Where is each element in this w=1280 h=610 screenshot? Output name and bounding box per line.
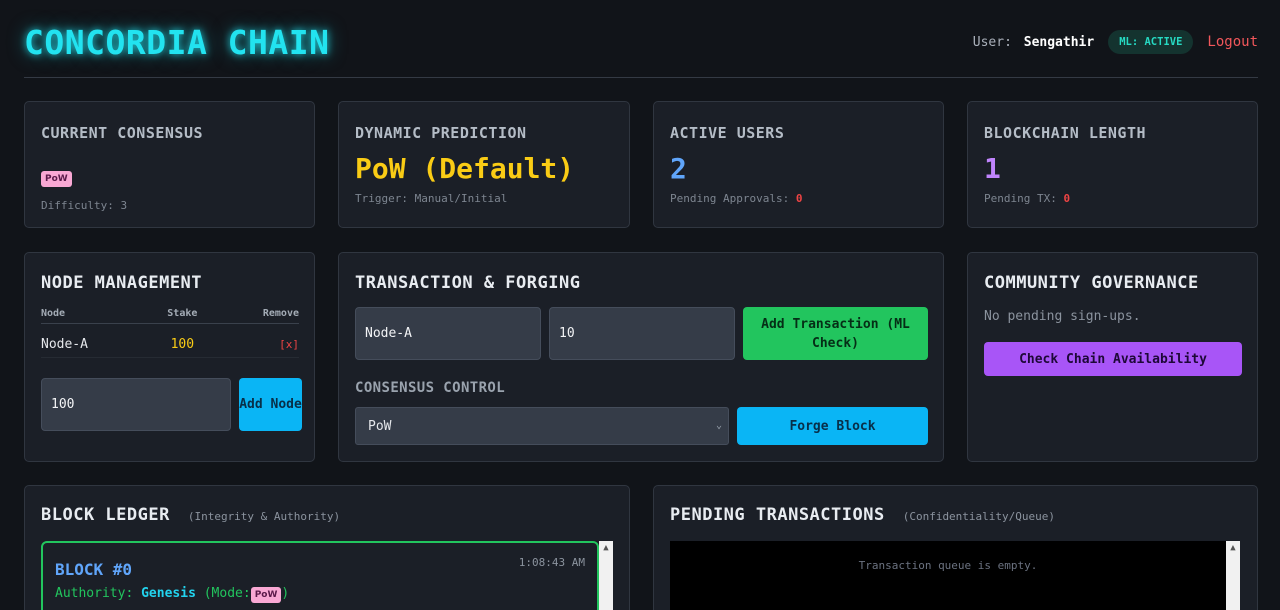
card-title: COMMUNITY GOVERNANCE xyxy=(984,273,1199,293)
card-title: BLOCK LEDGER (Integrity & Authority) xyxy=(41,505,340,525)
queue-empty-text: Transaction queue is empty. xyxy=(858,559,1038,572)
check-chain-availability-button[interactable]: Check Chain Availability xyxy=(984,342,1242,376)
card-title: NODE MANAGEMENT xyxy=(41,273,203,293)
current-consensus-card: CURRENT CONSENSUS PoW Difficulty: 3 xyxy=(24,101,315,228)
ledger-subtitle: (Integrity & Authority) xyxy=(187,510,341,523)
pending-approvals: Pending Approvals: 0 xyxy=(670,192,802,205)
ml-status-badge: ML: ACTIVE xyxy=(1108,30,1194,54)
node-name-cell: Node-A xyxy=(41,323,149,358)
remove-node-button[interactable]: [x] xyxy=(216,323,299,358)
block-ledger-card: BLOCK LEDGER (Integrity & Authority) BLOC… xyxy=(24,485,630,610)
block-time: 1:08:43 AM xyxy=(518,556,585,569)
community-governance-card: COMMUNITY GOVERNANCE No pending sign-ups… xyxy=(967,252,1258,462)
user-info: User: Sengathir xyxy=(973,35,1094,50)
pending-tx-label: Pending TX: xyxy=(984,192,1057,205)
chevron-down-icon: ⌄ xyxy=(715,420,722,431)
mode-prefix: (Mode: xyxy=(203,586,251,601)
block-entry: BLOCK #0 1:08:43 AM Authority: Genesis (… xyxy=(41,541,599,610)
consensus-select-value: PoW xyxy=(368,418,392,434)
logout-link[interactable]: Logout xyxy=(1207,34,1258,50)
triangle-up-icon[interactable]: ▲ xyxy=(599,543,613,553)
active-users-card: ACTIVE USERS 2 Pending Approvals: 0 xyxy=(653,101,944,228)
transaction-node-input[interactable]: Node-A xyxy=(355,307,541,360)
ledger-title: BLOCK LEDGER xyxy=(41,505,170,525)
add-transaction-button[interactable]: Add Transaction (ML Check) xyxy=(743,307,928,360)
forge-block-button[interactable]: Forge Block xyxy=(737,407,928,445)
column-header-node: Node xyxy=(41,308,149,324)
table-row: Node-A 100 [x] xyxy=(41,323,299,358)
node-table: Node Stake Remove Node-A 100 [x] xyxy=(41,308,299,358)
pending-approvals-label: Pending Approvals: xyxy=(670,192,790,205)
authority-value: Genesis xyxy=(141,586,196,601)
add-node-button[interactable]: Add Node xyxy=(239,378,302,431)
app-header: CONCORDIA CHAIN User: Sengathir ML: ACTI… xyxy=(24,18,1258,78)
trigger-text: Trigger: Manual/Initial xyxy=(355,192,508,205)
brand-logo: CONCORDIA CHAIN xyxy=(24,23,330,62)
consensus-select[interactable]: PoW ⌄ xyxy=(355,407,729,445)
difficulty-text: Difficulty: 3 xyxy=(41,199,128,212)
pending-approvals-count: 0 xyxy=(795,192,803,205)
card-title: PENDING TRANSACTIONS (Confidentiality/Que… xyxy=(670,505,1055,525)
transaction-queue: Transaction queue is empty. xyxy=(670,541,1226,610)
consensus-mode-badge: PoW xyxy=(41,171,72,187)
card-title: ACTIVE USERS xyxy=(670,124,785,142)
blockchain-length-value: 1 xyxy=(984,152,1001,185)
ledger-scrollbar[interactable]: ▲ xyxy=(599,541,613,610)
blockchain-length-card: BLOCKCHAIN LENGTH 1 Pending TX: 0 xyxy=(967,101,1258,228)
pending-tx-count: 0 xyxy=(1063,192,1071,205)
header-user-area: User: Sengathir ML: ACTIVE Logout xyxy=(973,28,1258,56)
stake-input[interactable]: 100 xyxy=(41,378,231,431)
card-title: CURRENT CONSENSUS xyxy=(41,124,204,142)
active-users-value: 2 xyxy=(670,152,687,185)
prediction-value: PoW (Default) xyxy=(355,152,575,185)
mode-suffix: ) xyxy=(281,586,290,601)
user-prefix: User: xyxy=(972,34,1012,50)
node-management-card: NODE MANAGEMENT Node Stake Remove Node-A… xyxy=(24,252,315,462)
dynamic-prediction-card: DYNAMIC PREDICTION PoW (Default) Trigger… xyxy=(338,101,630,228)
pending-subtitle: (Confidentiality/Queue) xyxy=(902,510,1056,523)
transaction-amount-input[interactable]: 10 xyxy=(549,307,735,360)
block-authority: Authority: Genesis (Mode: PoW) xyxy=(55,586,289,603)
no-signups-text: No pending sign-ups. xyxy=(984,309,1141,324)
pending-transactions-card: PENDING TRANSACTIONS (Confidentiality/Que… xyxy=(653,485,1258,610)
transaction-forging-card: TRANSACTION & FORGING Node-A 10 Add Tran… xyxy=(338,252,944,462)
card-title: DYNAMIC PREDICTION xyxy=(355,124,527,142)
authority-label: Authority: xyxy=(55,586,134,601)
column-header-remove: Remove xyxy=(216,308,299,324)
user-name: Sengathir xyxy=(1023,34,1095,50)
table-header-row: Node Stake Remove xyxy=(41,308,299,324)
block-mode-badge: PoW xyxy=(250,587,282,603)
node-stake-cell: 100 xyxy=(148,323,217,358)
pending-tx: Pending TX: 0 xyxy=(984,192,1070,205)
card-title: BLOCKCHAIN LENGTH xyxy=(984,124,1147,142)
card-title: TRANSACTION & FORGING xyxy=(355,273,581,293)
block-label: BLOCK #0 xyxy=(55,560,133,579)
consensus-control-label: CONSENSUS CONTROL xyxy=(355,380,506,396)
queue-scrollbar[interactable]: ▲ xyxy=(1226,541,1240,610)
triangle-up-icon[interactable]: ▲ xyxy=(1226,543,1240,553)
column-header-stake: Stake xyxy=(148,308,217,324)
pending-title: PENDING TRANSACTIONS xyxy=(670,505,885,525)
